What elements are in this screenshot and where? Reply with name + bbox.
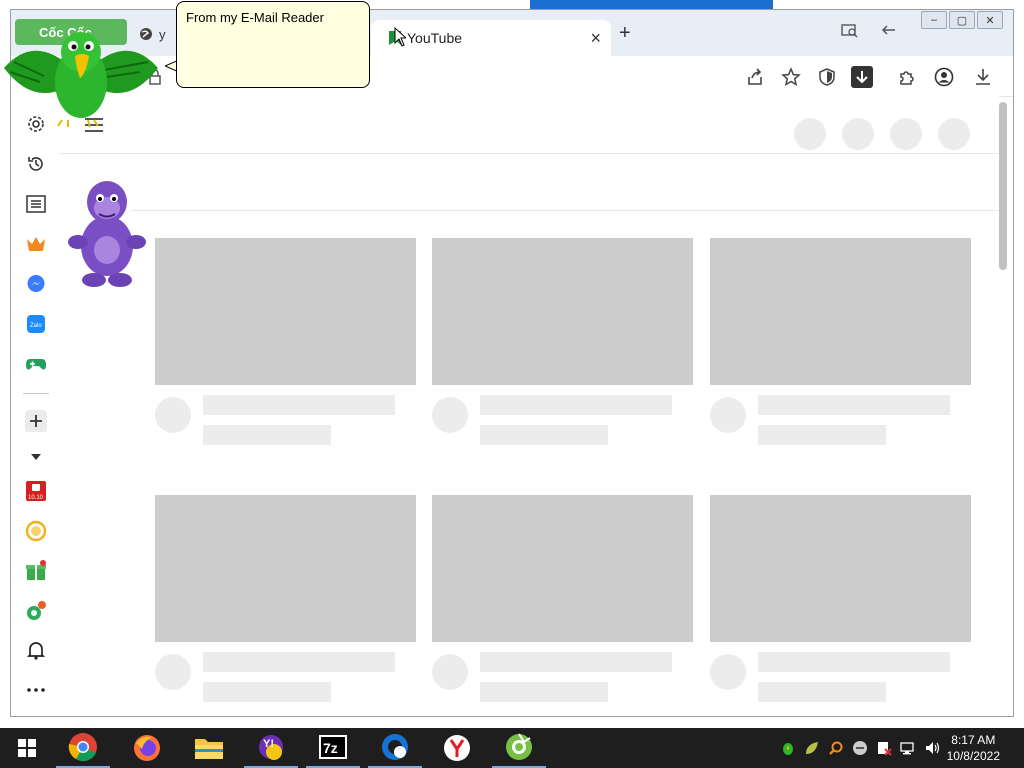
zalo-icon[interactable]: Zalo: [25, 313, 47, 335]
yandex-icon[interactable]: [430, 728, 484, 768]
plus-icon[interactable]: [25, 410, 47, 432]
extensions-icon[interactable]: [896, 66, 918, 88]
shopping-1010-icon[interactable]: 10.10: [25, 480, 47, 502]
bell-icon[interactable]: [25, 639, 47, 661]
search-tabs-icon[interactable]: [841, 24, 859, 42]
youtube-header: [59, 96, 999, 154]
channel-avatar-placeholder: [155, 654, 191, 690]
title-placeholder: [203, 652, 395, 672]
svg-text:Y!: Y!: [263, 738, 274, 750]
clock-time: 8:17 AM: [951, 733, 996, 747]
desktop-background-strip: [530, 0, 773, 9]
header-placeholder: [842, 118, 874, 150]
tab-youtube[interactable]: YouTube ×: [371, 20, 611, 56]
map-pin-icon[interactable]: [25, 600, 47, 622]
title-placeholder: [480, 395, 672, 415]
clock-date: 10/8/2022: [946, 749, 1000, 763]
header-placeholder: [890, 118, 922, 150]
network-icon[interactable]: [900, 740, 916, 756]
meta-placeholder: [203, 682, 331, 702]
video-thumbnail-placeholder: [155, 495, 416, 642]
tab-back-icon[interactable]: [881, 24, 897, 42]
edge-quick-icon[interactable]: [368, 728, 422, 768]
chevron-down-icon[interactable]: [25, 446, 47, 468]
profile-icon[interactable]: [933, 66, 955, 88]
yahoo-messenger-icon[interactable]: Y!: [244, 728, 298, 768]
header-placeholder: [794, 118, 826, 150]
title-placeholder: [203, 395, 395, 415]
crown-icon[interactable]: [25, 233, 47, 255]
new-tab-button[interactable]: +: [619, 22, 631, 45]
system-clock[interactable]: 8:17 AM 10/8/2022: [947, 732, 1000, 764]
video-thumbnail-placeholder: [155, 238, 416, 385]
tray-leaf-icon[interactable]: [804, 740, 820, 756]
minimize-button[interactable]: –: [921, 11, 947, 29]
channel-avatar-placeholder: [710, 654, 746, 690]
svg-text:Zalo: Zalo: [30, 323, 42, 329]
channel-avatar-placeholder: [432, 654, 468, 690]
cursor-icon: [394, 27, 406, 47]
close-tab-button[interactable]: ×: [590, 28, 601, 49]
gift-icon[interactable]: [25, 560, 47, 582]
video-thumbnail-placeholder: [710, 238, 971, 385]
firefox-icon[interactable]: [120, 728, 174, 768]
channel-avatar-placeholder: [432, 397, 468, 433]
meta-placeholder: [758, 682, 886, 702]
youtube-page: [59, 96, 999, 716]
file-explorer-icon[interactable]: [182, 728, 236, 768]
sidebar-divider: [23, 393, 49, 394]
messenger-icon[interactable]: [25, 273, 47, 295]
page-scrollbar[interactable]: [999, 102, 1007, 270]
video-thumbnail-placeholder: [432, 238, 693, 385]
meta-placeholder: [758, 425, 886, 445]
close-window-button[interactable]: ✕: [977, 11, 1003, 29]
history-icon[interactable]: [25, 153, 47, 175]
chrome-icon[interactable]: [56, 728, 110, 768]
clock-coin-icon[interactable]: [25, 520, 47, 542]
reading-list-icon[interactable]: [25, 193, 47, 215]
shield-icon[interactable]: [816, 66, 838, 88]
tray-flag-icon[interactable]: [876, 740, 892, 756]
video-thumbnail-placeholder: [710, 495, 971, 642]
bookmark-star-icon[interactable]: [780, 66, 802, 88]
coccoc-icon[interactable]: [492, 728, 546, 768]
download-icon[interactable]: [972, 66, 994, 88]
tray-search-icon[interactable]: [828, 740, 844, 756]
video-thumbnail-placeholder: [432, 495, 693, 642]
volume-icon[interactable]: [924, 740, 940, 756]
channel-avatar-placeholder: [155, 397, 191, 433]
svg-text:7z: 7z: [323, 740, 338, 756]
speech-bubble-text: From my E-Mail Reader: [186, 10, 324, 25]
channel-avatar-placeholder: [710, 397, 746, 433]
meta-placeholder: [480, 682, 608, 702]
svg-text:10.10: 10.10: [28, 495, 44, 501]
windows-taskbar: Y! 7z 8:17 AM 10/8/2022: [0, 728, 1024, 768]
tray-parrot-icon[interactable]: [780, 740, 796, 756]
share-icon[interactable]: [744, 66, 766, 88]
tray-blocked-icon[interactable]: [852, 740, 868, 756]
browser-sidebar: Zalo 10.10: [11, 96, 60, 716]
start-button[interactable]: [0, 728, 54, 768]
gorilla-icon[interactable]: [66, 176, 148, 290]
title-placeholder: [480, 652, 672, 672]
meta-placeholder: [480, 425, 608, 445]
more-icon[interactable]: [25, 679, 47, 701]
chips-bar: [131, 153, 999, 211]
header-placeholder: [938, 118, 970, 150]
gamepad-icon[interactable]: [25, 353, 47, 375]
window-controls: – ▢ ✕: [921, 11, 1003, 29]
title-placeholder: [758, 395, 950, 415]
title-placeholder: [758, 652, 950, 672]
tab-title: YouTube: [407, 30, 463, 46]
7zip-icon[interactable]: 7z: [306, 728, 360, 768]
download-arrow-icon[interactable]: [851, 66, 873, 88]
maximize-button[interactable]: ▢: [949, 11, 975, 29]
meta-placeholder: [203, 425, 331, 445]
speech-bubble: From my E-Mail Reader: [176, 1, 370, 88]
parrot-icon[interactable]: [0, 20, 162, 128]
